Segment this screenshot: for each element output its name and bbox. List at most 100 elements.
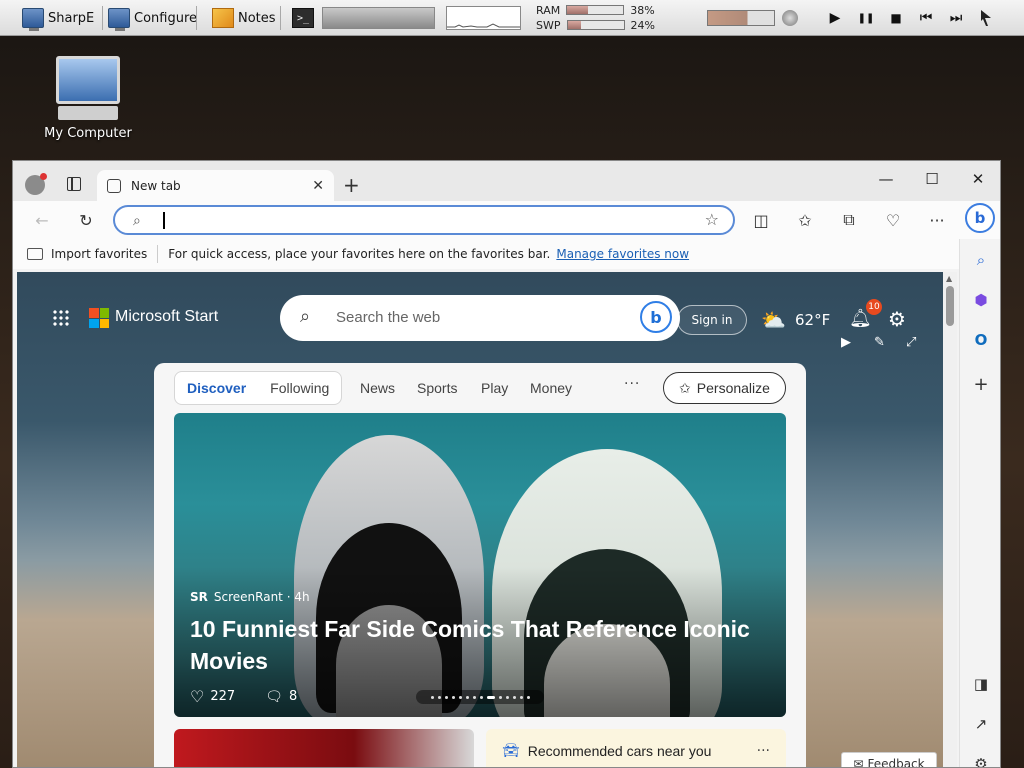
panel-separator (280, 6, 281, 30)
minimize-button[interactable]: — (874, 167, 898, 191)
refresh-button[interactable]: ↻ (75, 209, 97, 231)
next-track-button[interactable]: ⏭ (946, 8, 966, 28)
gear-icon[interactable]: ⚙ (888, 307, 906, 331)
text-caret (163, 212, 165, 229)
sign-in-button[interactable]: Sign in (677, 305, 747, 335)
taskbar-item-label: Configure (134, 10, 198, 26)
open-external-icon[interactable]: ↗ (970, 713, 992, 735)
search-placeholder: Search the web (336, 309, 441, 326)
tray-app-icon[interactable] (976, 8, 996, 28)
hide-sidebar-icon[interactable]: ◨ (970, 673, 992, 695)
favorite-star-icon[interactable]: ☆ (705, 210, 719, 229)
page-scrollbar[interactable]: ▲ (943, 272, 957, 767)
temperature[interactable]: 62°F (795, 311, 830, 329)
taskbar-item-sharpe[interactable]: SharpE (18, 4, 98, 32)
favorites-separator (157, 245, 159, 263)
feedback-button[interactable]: ✉ Feedback (841, 752, 937, 767)
monitor-icon (22, 8, 44, 31)
new-tab-button[interactable]: + (343, 173, 360, 197)
story-source[interactable]: SR ScreenRant · 4h (190, 590, 310, 604)
profile-avatar[interactable] (25, 173, 47, 195)
background-edit-icon[interactable]: ✎ (874, 335, 885, 350)
card-more-button[interactable]: ··· (757, 743, 770, 759)
new-tab-page-icon (107, 178, 121, 193)
bing-icon[interactable]: b (640, 301, 672, 333)
computer-icon (56, 56, 120, 104)
scrollbar-thumb[interactable] (946, 286, 954, 326)
collections-icon[interactable]: ⧉ (838, 209, 860, 231)
search-icon[interactable]: ⌕ (970, 249, 992, 271)
personalize-button[interactable]: ✩ Personalize (663, 372, 786, 404)
manage-favorites-link[interactable]: Manage favorites now (556, 247, 689, 261)
split-screen-icon[interactable]: ◫ (750, 209, 772, 231)
address-input[interactable] (169, 210, 689, 230)
personalize-label: Personalize (696, 380, 770, 396)
speaker-icon[interactable] (782, 10, 798, 26)
bing-copilot-icon[interactable]: b (965, 203, 995, 233)
tab-new-tab[interactable]: New tab ✕ (97, 170, 334, 201)
terminal-icon: >_ (292, 8, 314, 28)
scroll-up-icon[interactable]: ▲ (946, 274, 952, 283)
back-button[interactable]: ← (31, 209, 53, 231)
address-bar[interactable]: ⌕ ☆ (113, 205, 735, 235)
nav-play[interactable]: Play (481, 380, 508, 396)
hero-story[interactable]: SR ScreenRant · 4h 10 Funniest Far Side … (174, 413, 786, 717)
nav-news[interactable]: News (360, 380, 395, 396)
outlook-icon[interactable]: O (970, 329, 992, 351)
web-search-box[interactable]: ⌕ Search the web b (280, 295, 680, 341)
terminal-launcher[interactable]: >_ (288, 4, 318, 32)
swap-value: 24% (630, 18, 655, 32)
browser-window: New tab ✕ + — ☐ ✕ ← ↻ ⌕ ☆ ◫ ✩ ⧉ ♡ ··· b … (12, 160, 1001, 768)
favorites-message: For quick access, place your favorites h… (168, 247, 551, 261)
add-sidebar-app-icon[interactable]: + (970, 373, 992, 395)
nav-sports[interactable]: Sports (417, 380, 457, 396)
microsoft-logo-icon (89, 308, 109, 328)
edge-sidebar: ⌕ ⬢ O + ◨ ↗ ⚙ (959, 239, 1000, 767)
more-nav-button[interactable]: ··· (624, 376, 640, 392)
heart-icon[interactable]: ♡ (190, 687, 204, 706)
tab-actions-icon[interactable] (67, 177, 81, 191)
copilot-icon[interactable]: ⬢ (970, 289, 992, 311)
story-headline[interactable]: 10 Funniest Far Side Comics That Referen… (190, 613, 760, 677)
browser-essentials-icon[interactable]: ♡ (882, 209, 904, 231)
app-launcher-icon[interactable] (52, 309, 70, 327)
panel-separator (102, 6, 103, 30)
import-favorites-button[interactable]: Import favorites (27, 247, 147, 261)
recommended-cars-card[interactable]: 🚘︎ Recommended cars near you ··· (486, 729, 786, 767)
pause-button[interactable]: ❚❚ (856, 8, 876, 28)
feed-card: Discover Following News Sports Play Mone… (154, 363, 806, 767)
cpu-meter (322, 7, 435, 29)
maximize-button[interactable]: ☐ (920, 167, 944, 191)
play-icon[interactable]: ▶ (841, 335, 851, 350)
favorites-icon[interactable]: ✩ (794, 209, 816, 231)
story-reactions: ♡ 227 🗨︎ 8 (190, 687, 297, 706)
close-tab-button[interactable]: ✕ (312, 178, 324, 194)
tab-following[interactable]: Following (258, 380, 341, 396)
sidebar-settings-icon[interactable]: ⚙ (970, 753, 992, 767)
nav-money[interactable]: Money (530, 380, 572, 396)
ram-label: RAM (536, 3, 561, 17)
settings-more-icon[interactable]: ··· (926, 209, 948, 231)
notes-icon (212, 8, 234, 28)
play-button[interactable]: ▶ (825, 8, 845, 28)
carousel-pager[interactable] (416, 690, 544, 704)
comment-icon[interactable]: 🗨︎ (265, 689, 283, 705)
partly-cloudy-icon[interactable]: ⛅ (761, 308, 786, 332)
tab-title: New tab (131, 178, 181, 193)
close-window-button[interactable]: ✕ (966, 167, 990, 191)
tab-discover[interactable]: Discover (175, 380, 258, 396)
previous-track-button[interactable]: ⏮ (916, 8, 936, 28)
network-graph-line (447, 23, 520, 28)
top-panel: SharpE Configure Notes >_ RAM 38% SWP 24… (0, 0, 1024, 36)
stop-button[interactable]: ■ (886, 8, 906, 28)
brand-title[interactable]: Microsoft Start (115, 308, 218, 326)
desktop-icon-my-computer[interactable]: My Computer (40, 56, 136, 141)
story-thumbnail[interactable] (174, 729, 474, 767)
taskbar-item-configure[interactable]: Configure (104, 4, 201, 32)
swap-label: SWP (536, 18, 561, 32)
expand-icon[interactable]: ⤢ (906, 335, 916, 350)
taskbar-item-notes[interactable]: Notes (208, 4, 280, 32)
recommended-title: Recommended cars near you (527, 743, 712, 759)
volume-slider[interactable] (707, 10, 775, 26)
favorites-bar: Import favorites For quick access, place… (13, 239, 1000, 269)
